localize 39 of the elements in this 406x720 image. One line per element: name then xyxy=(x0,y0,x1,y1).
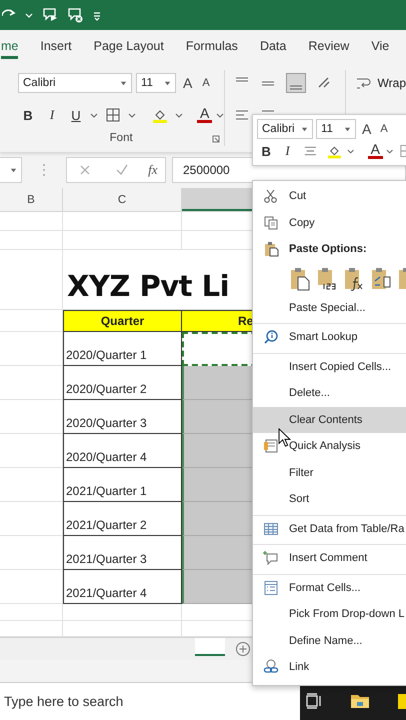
ribbon-tab[interactable]: Insert xyxy=(40,33,72,59)
menu-item[interactable]: Link xyxy=(253,654,406,680)
ribbon-tab[interactable]: Data xyxy=(260,33,286,59)
menu-item[interactable]: Define Name... xyxy=(253,628,406,654)
ribbon-tab[interactable]: Formulas xyxy=(186,33,238,59)
underline-button[interactable]: U xyxy=(66,108,86,122)
ribbon-tab[interactable]: Page Layout xyxy=(94,33,164,59)
font-color-button[interactable]: A xyxy=(197,107,212,123)
bold-button[interactable]: B xyxy=(257,144,276,158)
bold-button[interactable]: B xyxy=(18,108,38,122)
font-name-dropdown[interactable]: Calibri xyxy=(257,119,313,139)
menu-item[interactable]: Delete... xyxy=(253,380,406,406)
table-header-cell: Quarter xyxy=(63,310,182,332)
menu-item[interactable]: Sort xyxy=(253,486,406,512)
italic-button[interactable]: I xyxy=(42,107,62,123)
wrap-text-button[interactable]: Wrap xyxy=(378,76,406,90)
font-name-dropdown[interactable]: Calibri xyxy=(18,73,132,93)
italic-button[interactable]: I xyxy=(278,143,297,159)
sheet-title: XYZ Pvt Li xyxy=(67,269,230,303)
decrease-font-size-button[interactable]: A xyxy=(199,77,213,89)
menu-heading: Paste Options: xyxy=(253,236,406,262)
ribbon-tab[interactable]: Review xyxy=(308,33,350,59)
ribbon-tab[interactable]: Vie xyxy=(371,33,390,59)
font-size-dropdown[interactable]: 11 xyxy=(136,73,176,93)
menu-item[interactable]: Copy xyxy=(253,210,406,236)
font-color-button[interactable]: A xyxy=(368,143,383,159)
insert-function-button[interactable]: fx xyxy=(148,162,158,178)
menu-item[interactable]: Cut xyxy=(253,183,406,210)
menu-item[interactable]: Pick From Drop-down L xyxy=(253,601,406,628)
increase-font-size-button[interactable]: A xyxy=(359,121,374,137)
menu-item[interactable]: Filter xyxy=(253,460,406,486)
font-size-dropdown[interactable]: 11 xyxy=(316,119,356,139)
menu-item[interactable]: Clear Contents xyxy=(253,406,406,433)
increase-font-size-button[interactable]: A xyxy=(180,75,196,91)
menu-item[interactable]: Quick Analysis xyxy=(253,433,406,460)
decrease-font-size-button[interactable]: A xyxy=(377,123,391,135)
group-label: Font xyxy=(110,132,133,144)
column-header[interactable]: B xyxy=(0,188,63,211)
ribbon-tab[interactable]: me xyxy=(1,33,18,59)
